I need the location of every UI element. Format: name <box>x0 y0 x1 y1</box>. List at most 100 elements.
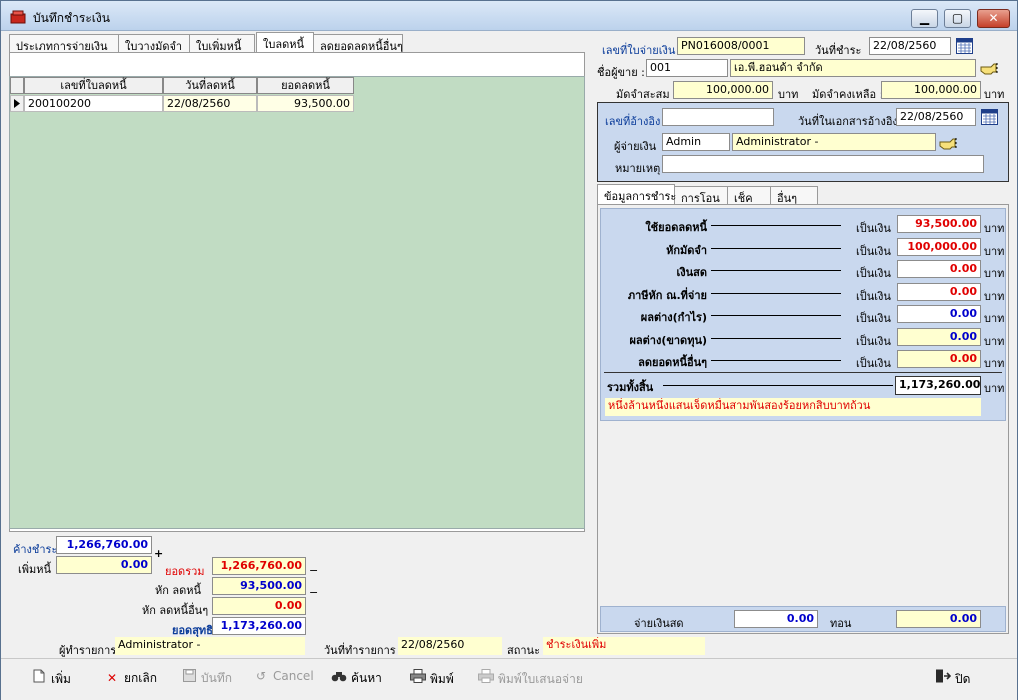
change-field[interactable]: 0.00 <box>896 610 981 628</box>
app-icon <box>10 10 26 24</box>
note-field[interactable] <box>662 155 984 173</box>
payer-name-field[interactable]: Administrator - <box>732 133 936 151</box>
calendar-icon[interactable] <box>956 38 973 54</box>
payment-row-label: ผลต่าง(กำไร) <box>640 311 707 324</box>
payment-row-label: ภาษีหัก ณ.ที่จ่าย <box>627 288 707 302</box>
add-debt-field[interactable]: 0.00 <box>56 556 152 574</box>
pay-cash-field[interactable]: 0.00 <box>734 610 818 628</box>
calendar-icon[interactable] <box>981 109 998 125</box>
total-field[interactable]: 1,173,260.00 <box>895 376 981 395</box>
vendor-label: ชื่อผู้ขาย : <box>597 66 645 79</box>
pay-date-label: วันที่ชำระ <box>815 44 862 57</box>
plus-sign: + <box>154 547 164 560</box>
doc-no-label: เลขที่ใบจ่ายเงิน <box>602 44 676 57</box>
grid-header-doc-no[interactable]: เลขที่ใบลดหนี้ <box>24 77 163 94</box>
deposit-accum-field[interactable]: 100,000.00 <box>673 81 773 99</box>
lookup-hand-icon[interactable] <box>939 136 959 150</box>
maximize-button[interactable]: ▢ <box>944 9 971 28</box>
payment-row-label: ลดยอดหนี้อื่นๆ <box>638 356 707 369</box>
table-cell-date[interactable]: 22/08/2560 <box>163 95 257 112</box>
print-bill-button[interactable]: พิมพ์ใบเสนอจ่าย <box>478 669 583 687</box>
cancel-document-button[interactable]: ✕ ยกเลิก <box>104 669 157 687</box>
cancel-edit-button[interactable]: ↺ Cancel <box>253 669 314 687</box>
table-cell-amount[interactable]: 93,500.00 <box>257 95 354 112</box>
tab-payment-type[interactable]: ประเภทการจ่ายเงิน <box>9 34 119 53</box>
payment-row-value[interactable]: 0.00 <box>897 305 981 323</box>
currency-label: เป็นเงิน <box>856 222 891 235</box>
vendor-code-field[interactable]: 001 <box>646 59 728 77</box>
ref-no-label: เลขที่อ้างอิง <box>605 115 661 128</box>
close-button-label: ปิด <box>955 672 971 686</box>
payment-row-value[interactable]: 93,500.00 <box>897 215 981 233</box>
payment-row-value[interactable]: 0.00 <box>897 260 981 278</box>
payment-row-value[interactable]: 0.00 <box>897 350 981 368</box>
tab-other[interactable]: อื่นๆ <box>770 186 818 205</box>
baht-label: บาท <box>984 222 1005 235</box>
print-button[interactable]: พิมพ์ <box>410 669 454 687</box>
deposit-accum-label: มัดจำสะสม : <box>616 88 677 101</box>
cancel-document-label: ยกเลิก <box>124 671 158 685</box>
doc-no-field[interactable]: PN016008/0001 <box>677 37 805 55</box>
less-credit-field[interactable]: 93,500.00 <box>212 577 306 595</box>
payer-code-field[interactable]: Admin <box>662 133 730 151</box>
add-button[interactable]: เพิ่ม <box>31 669 71 687</box>
baht-label: บาท <box>984 357 1005 370</box>
payment-row-label: เงินสด <box>676 266 707 279</box>
tab-deposit[interactable]: ใบวางมัดจำ <box>118 34 190 53</box>
outstanding-field[interactable]: 1,266,760.00 <box>56 536 152 554</box>
ref-date-label: วันที่ในเอกสารอ้างอิง <box>798 115 898 128</box>
baht-label: บาท <box>984 334 1005 348</box>
window-title: บันทึกชำระเงิน <box>33 11 110 25</box>
leader-line <box>711 360 841 361</box>
close-window-button[interactable]: ✕ <box>977 9 1010 28</box>
tab-credit-note[interactable]: ใบลดหนี้ <box>256 32 314 52</box>
save-button[interactable]: บันทึก <box>181 669 232 687</box>
grid-header-amount[interactable]: ยอดลดหนี้ <box>257 77 354 94</box>
close-button[interactable]: ปิด <box>935 669 970 687</box>
baht-label: บาท <box>984 312 1005 325</box>
print-button-label: พิมพ์ <box>430 672 454 686</box>
tab-cheque[interactable]: เช็ค <box>727 186 771 205</box>
operator-field: Administrator - <box>115 637 305 655</box>
tab-other-reduction[interactable]: ลดยอดลดหนี้อื่นๆ <box>313 34 403 53</box>
ref-date-field[interactable]: 22/08/2560 <box>896 108 976 126</box>
payment-row-value[interactable]: 0.00 <box>897 282 981 301</box>
leader-line <box>711 315 841 316</box>
ref-no-field[interactable] <box>662 108 774 126</box>
total-sum-field[interactable]: 1,266,760.00 <box>212 557 306 575</box>
deposit-remain-field[interactable]: 100,000.00 <box>881 81 981 99</box>
tab-payment-info[interactable]: ข้อมูลการชำระ <box>597 184 676 204</box>
change-label: ทอน <box>830 617 852 630</box>
table-cell-doc-no[interactable]: 200100200 <box>24 95 163 112</box>
search-button[interactable]: ค้นหา <box>331 669 382 687</box>
tab-debit-note[interactable]: ใบเพิ่มหนี้ <box>189 34 255 53</box>
pay-date-field[interactable]: 22/08/2560 <box>869 37 951 55</box>
status-field: ชำระเงินเพิ่ม <box>543 637 705 655</box>
payment-row-label: ผลต่าง(ขาดทุน) <box>629 333 707 347</box>
currency-label: เป็นเงิน <box>856 334 891 348</box>
grid-header-date[interactable]: วันที่ลดหนี้ <box>163 77 257 94</box>
payment-row-label: หักมัดจำ <box>666 243 707 257</box>
search-button-label: ค้นหา <box>351 671 382 685</box>
print-bill-label: พิมพ์ใบเสนอจ่าย <box>498 672 583 686</box>
exit-door-icon <box>935 669 952 686</box>
outstanding-label: ค้างชำระ <box>13 543 58 556</box>
less-other-field[interactable]: 0.00 <box>212 597 306 615</box>
floppy-disk-icon <box>181 669 197 685</box>
op-date-field: 22/08/2560 <box>398 637 502 655</box>
payment-row-value[interactable]: 0.00 <box>897 327 981 346</box>
tab-transfer[interactable]: การโอน <box>674 186 728 205</box>
x-icon: ✕ <box>106 671 118 685</box>
leader-line <box>711 270 841 271</box>
minus-sign: − <box>309 564 319 577</box>
payment-row-value[interactable]: 100,000.00 <box>897 237 981 256</box>
baht-label: บาท <box>984 289 1005 303</box>
net-field[interactable]: 1,173,260.00 <box>212 617 306 635</box>
less-other-label: หัก ลดหนี้อื่นๆ <box>142 604 209 617</box>
minimize-button[interactable]: ▁ <box>911 9 938 28</box>
baht-label: บาท <box>984 244 1005 258</box>
vendor-name-field[interactable]: เอ.พี.ฮอนด้า จำกัด <box>730 59 976 77</box>
row-selector-arrow-icon[interactable] <box>10 95 24 112</box>
printer-icon <box>410 669 426 686</box>
lookup-hand-icon[interactable] <box>980 61 1000 75</box>
